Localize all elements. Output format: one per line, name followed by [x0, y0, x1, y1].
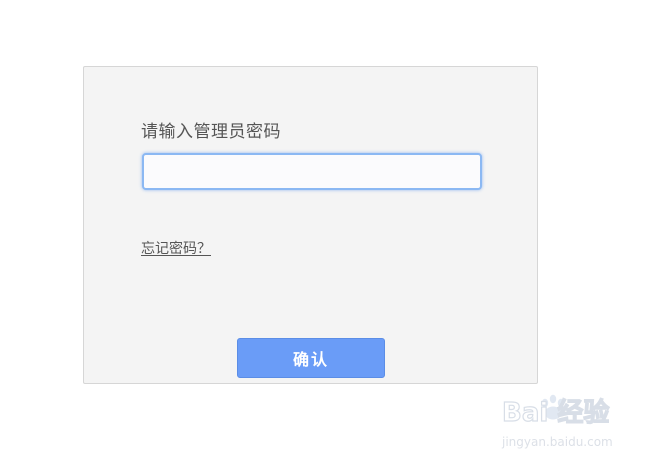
- forgot-password-link[interactable]: 忘记密码？: [141, 238, 211, 258]
- watermark-brand-text: Bai 经验: [502, 397, 609, 428]
- admin-password-input[interactable]: [142, 153, 482, 190]
- watermark-site-text: jingyan.baidu.com: [501, 435, 613, 449]
- baidu-jingyan-watermark: Bai 经验 jingyan.baidu.com: [501, 394, 613, 449]
- password-prompt-label: 请输入管理员密码: [141, 122, 281, 142]
- confirm-button[interactable]: 确认: [237, 338, 385, 378]
- login-card: 请输入管理员密码 忘记密码？ 确认: [83, 66, 538, 384]
